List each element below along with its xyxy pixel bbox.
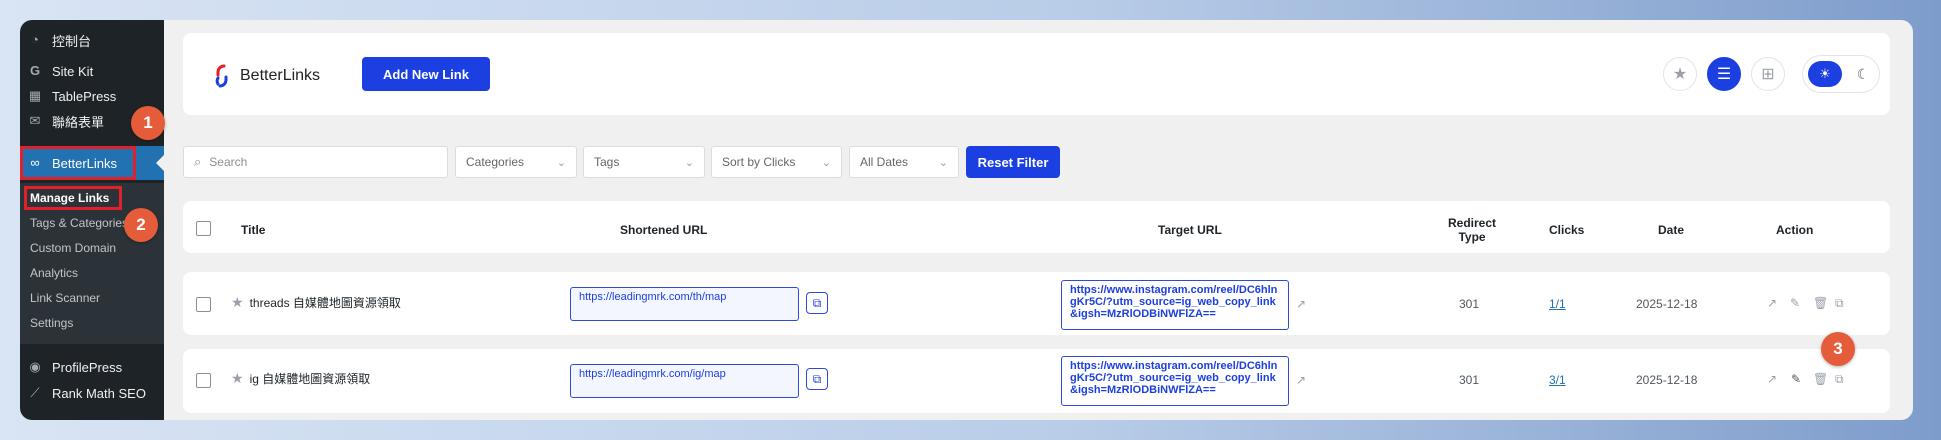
profilepress-icon: ◉ [29, 359, 41, 374]
submenu-settings[interactable]: Settings [30, 316, 73, 330]
chevron-down-icon: ⌄ [556, 157, 566, 169]
clicks-link[interactable]: 1/1 [1549, 297, 1566, 311]
target-url-field[interactable]: https://www.instagram.com/reel/DC6hlngKr… [1061, 280, 1289, 330]
step-badge-3: 3 [1821, 332, 1855, 366]
theme-toggle[interactable]: ☀ ☾ [1802, 55, 1880, 93]
table-row [183, 272, 1890, 335]
col-title: Title [241, 223, 266, 237]
list-view-icon[interactable]: ☰ [1707, 57, 1741, 91]
star-icon[interactable]: ★ [1663, 57, 1697, 91]
brand-logo: BetterLinks [212, 63, 320, 89]
edit-icon[interactable]: ✎ [1791, 372, 1801, 386]
external-link-icon[interactable]: ↗ [1296, 297, 1306, 311]
sidebar-item-profilepress[interactable]: ◉ ProfilePress [20, 356, 164, 378]
sidebar-item-dashboard[interactable]: ◔ 控制台 [20, 29, 164, 51]
trash-icon[interactable]: 🗑 [1813, 372, 1828, 386]
step-badge-1: 1 [131, 106, 165, 140]
app-frame: ◔ 控制台 G Site Kit ▦ TablePress ✉ 聯絡表單 ∞ B… [20, 20, 1913, 420]
edit-icon[interactable]: ✎ [1790, 296, 1800, 310]
row-date: 2025-12-18 [1636, 373, 1698, 387]
target-url-field[interactable]: https://www.instagram.com/reel/DC6hlngKr… [1061, 356, 1289, 406]
table-icon: ▦ [28, 88, 42, 103]
betterlinks-logo-icon [212, 63, 232, 89]
clicks-link[interactable]: 3/1 [1549, 373, 1566, 387]
chevron-down-icon: ⌄ [821, 157, 831, 169]
star-icon[interactable]: ★ [231, 294, 244, 311]
sort-select[interactable]: Sort by Clicks ⌄ [711, 146, 842, 178]
duplicate-icon[interactable]: ⧉ [1835, 372, 1844, 387]
table-header [183, 201, 1890, 253]
tags-select[interactable]: Tags ⌄ [583, 146, 705, 178]
row-date: 2025-12-18 [1636, 297, 1698, 311]
star-icon[interactable]: ★ [231, 370, 244, 387]
grid-view-icon[interactable]: ⊞ [1751, 57, 1785, 91]
highlight-manage-links [24, 186, 122, 210]
chevron-down-icon: ⌄ [938, 157, 948, 169]
redirect-type: 301 [1459, 297, 1480, 311]
col-clicks: Clicks [1549, 223, 1585, 237]
submenu-link-scanner[interactable]: Link Scanner [30, 291, 100, 305]
external-link-icon[interactable]: ↗ [1296, 373, 1306, 387]
open-link-icon[interactable]: ↗ [1767, 296, 1777, 310]
copy-link-icon[interactable]: ⧉ [806, 368, 828, 390]
shortened-url-field[interactable]: https://leadingmrk.com/ig/map [570, 364, 799, 398]
row-checkbox[interactable] [196, 373, 211, 388]
sidebar-item-rank-math[interactable]: ⟋ Rank Math SEO [20, 382, 164, 404]
active-arrow [156, 155, 164, 171]
shortened-url-field[interactable]: https://leadingmrk.com/th/map [570, 287, 799, 321]
sidebar-item-tablepress[interactable]: ▦ TablePress [20, 85, 164, 107]
search-input[interactable]: ⌕ Search [183, 146, 448, 178]
sun-icon[interactable]: ☀ [1808, 61, 1842, 87]
open-link-icon[interactable]: ↗ [1767, 372, 1777, 386]
categories-select[interactable]: Categories ⌄ [455, 146, 577, 178]
google-g-icon: G [29, 63, 41, 78]
row-title: ★ ig 自媒體地圖資源領取 [231, 370, 371, 387]
highlight-betterlinks [20, 146, 136, 180]
chevron-down-icon: ⌄ [684, 157, 694, 169]
table-row [183, 349, 1890, 413]
row-checkbox[interactable] [196, 297, 211, 312]
step-badge-2: 2 [124, 208, 158, 242]
col-action: Action [1776, 223, 1814, 237]
row-title: ★ threads 自媒體地圖資源領取 [231, 294, 401, 311]
mail-icon: ✉ [29, 113, 41, 128]
submenu-analytics[interactable]: Analytics [30, 266, 78, 280]
search-icon: ⌕ [194, 154, 202, 169]
col-target-url: Target URL [1158, 223, 1222, 237]
duplicate-icon[interactable]: ⧉ [1835, 296, 1844, 311]
col-date: Date [1658, 223, 1685, 237]
col-redirect-type: Redirect Type [1448, 216, 1497, 244]
dashboard-icon: ◔ [31, 32, 39, 47]
redirect-type: 301 [1459, 373, 1480, 387]
copy-link-icon[interactable]: ⧉ [806, 292, 828, 314]
moon-icon[interactable]: ☾ [1851, 61, 1875, 87]
submenu-tags-categories[interactable]: Tags & Categories [30, 216, 128, 230]
select-all-checkbox[interactable] [196, 221, 211, 236]
sidebar-item-site-kit[interactable]: G Site Kit [20, 60, 164, 82]
rank-math-icon: ⟋ [30, 385, 40, 400]
dates-select[interactable]: All Dates ⌄ [849, 146, 959, 178]
col-shortened-url: Shortened URL [620, 223, 708, 237]
trash-icon[interactable]: 🗑 [1813, 296, 1828, 310]
add-new-link-button[interactable]: Add New Link [362, 57, 490, 91]
reset-filter-button[interactable]: Reset Filter [966, 146, 1060, 178]
submenu-custom-domain[interactable]: Custom Domain [30, 241, 116, 255]
